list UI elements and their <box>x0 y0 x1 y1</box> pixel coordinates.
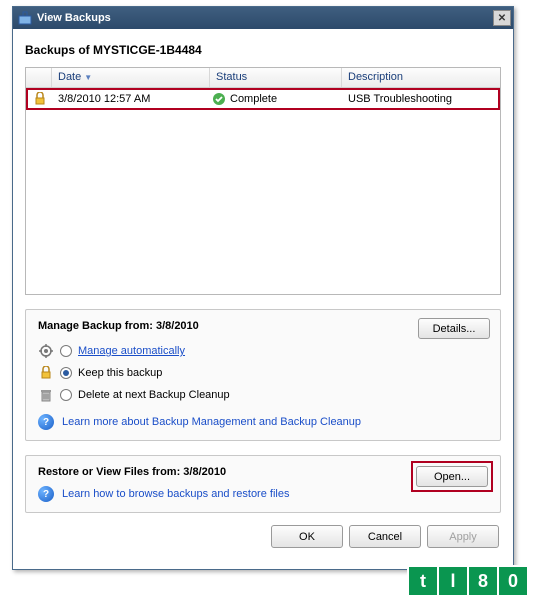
view-backups-dialog: View Backups ✕ Backups of MYSTICGE-1B448… <box>12 6 514 570</box>
lock-icon-small <box>38 365 54 381</box>
manage-help-link[interactable]: Learn more about Backup Management and B… <box>62 416 361 428</box>
option-manage-auto[interactable]: Manage automatically <box>38 340 488 362</box>
apply-button: Apply <box>427 525 499 548</box>
lock-icon <box>28 92 52 106</box>
manage-backup-panel: Manage Backup from: 3/8/2010 Details... … <box>25 309 501 441</box>
dialog-buttons: OK Cancel Apply <box>25 525 501 548</box>
option-delete[interactable]: Delete at next Backup Cleanup <box>38 384 488 406</box>
details-button[interactable]: Details... <box>418 318 490 339</box>
radio-keep[interactable] <box>60 367 72 379</box>
backup-list: Date▼ Status Description 3/8/2010 12:57 … <box>25 67 501 295</box>
col-date-header[interactable]: Date▼ <box>52 68 210 87</box>
label-delete: Delete at next Backup Cleanup <box>78 389 230 401</box>
backup-row[interactable]: 3/8/2010 12:57 AM Complete USB Troublesh… <box>26 88 500 110</box>
radio-delete[interactable] <box>60 389 72 401</box>
check-icon <box>212 92 226 106</box>
label-manage-auto: Manage automatically <box>78 345 185 357</box>
close-button[interactable]: ✕ <box>493 10 511 26</box>
app-icon <box>17 10 33 26</box>
row-status: Complete <box>230 93 277 105</box>
restore-panel: Restore or View Files from: 3/8/2010 Ope… <box>25 455 501 513</box>
gear-icon <box>38 343 54 359</box>
trash-icon <box>38 387 54 403</box>
help-icon: ? <box>38 486 54 502</box>
radio-manage-auto[interactable] <box>60 345 72 357</box>
option-keep[interactable]: Keep this backup <box>38 362 488 384</box>
row-description: USB Troubleshooting <box>344 93 498 105</box>
window-title: View Backups <box>37 12 493 24</box>
open-button[interactable]: Open... <box>416 466 488 487</box>
row-date: 3/8/2010 12:57 AM <box>52 93 212 105</box>
page-heading: Backups of MYSTICGE-1B4484 <box>25 43 501 57</box>
titlebar: View Backups ✕ <box>13 7 513 29</box>
restore-help-link[interactable]: Learn how to browse backups and restore … <box>62 488 289 500</box>
watermark: t l 8 0 <box>409 565 529 597</box>
sort-indicator-icon: ▼ <box>84 73 92 82</box>
cancel-button[interactable]: Cancel <box>349 525 421 548</box>
label-keep: Keep this backup <box>78 367 162 379</box>
col-description-header[interactable]: Description <box>342 68 500 87</box>
col-icon[interactable] <box>26 68 52 87</box>
col-status-header[interactable]: Status <box>210 68 342 87</box>
list-header: Date▼ Status Description <box>26 68 500 88</box>
ok-button[interactable]: OK <box>271 525 343 548</box>
help-icon: ? <box>38 414 54 430</box>
